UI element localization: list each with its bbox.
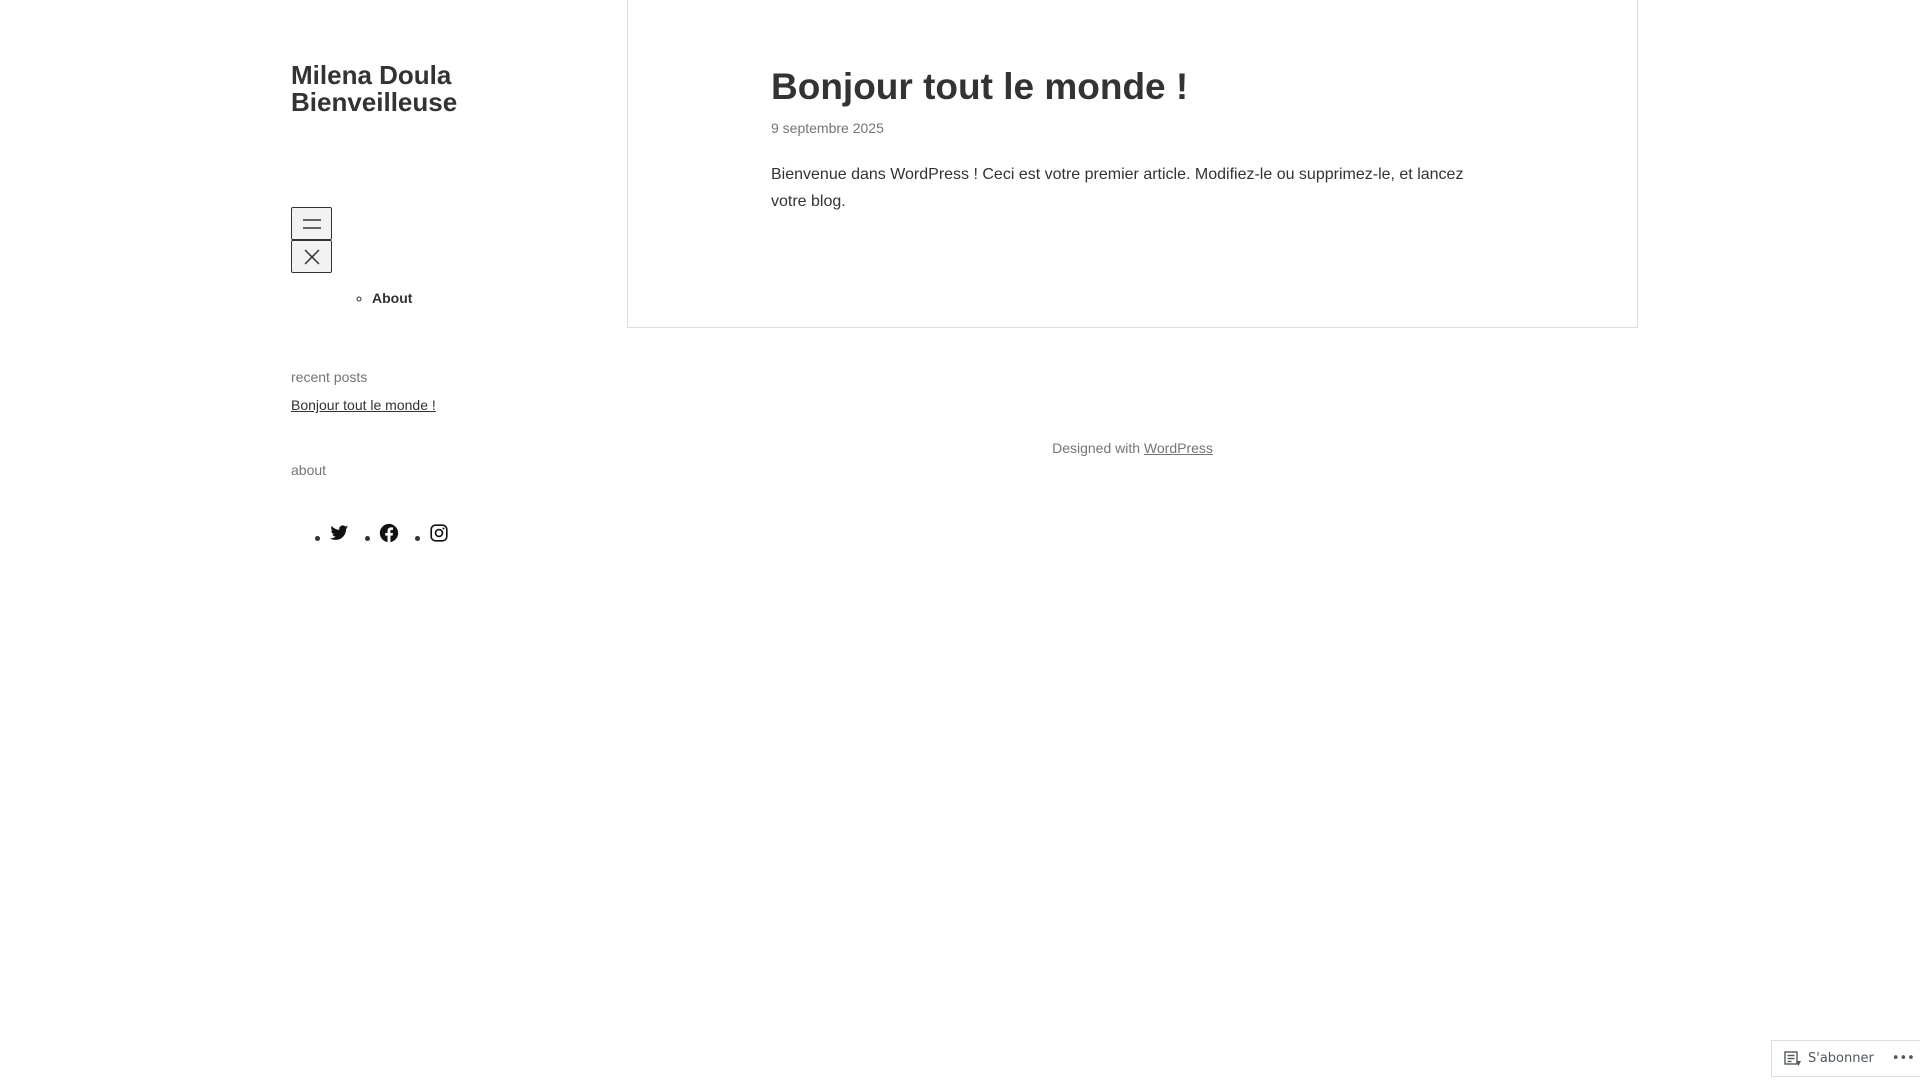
site-title: Milena Doula Bienveilleuse <box>291 62 551 116</box>
post-content: Bienvenue dans WordPress ! Ceci est votr… <box>771 166 1464 210</box>
twitter-icon[interactable] <box>328 522 350 544</box>
bullet-dot <box>415 536 420 541</box>
post-card: Bonjour tout le monde ! 9 septembre 2025… <box>627 0 1638 328</box>
list-item: Bonjour tout le monde ! <box>291 397 436 413</box>
footer-credit: Designed with WordPress <box>627 440 1638 456</box>
social-links <box>300 522 450 544</box>
subscribe-button[interactable]: S'abonner <box>1772 1041 1884 1076</box>
social-item-twitter <box>300 522 350 544</box>
post-date[interactable]: 9 septembre 2025 <box>771 120 884 136</box>
sidebar: Milena Doula Bienveilleuse <box>291 62 551 116</box>
social-item-instagram <box>400 522 450 544</box>
bullet-dot <box>315 536 320 541</box>
bullet-dot <box>365 536 370 541</box>
primary-menu: About <box>355 290 412 306</box>
subscribe-bar: S'abonner ••• <box>1771 1040 1920 1077</box>
recent-posts-title: recent posts <box>291 369 368 385</box>
subscribe-label: S'abonner <box>1808 1051 1874 1066</box>
reader-icon <box>1784 1050 1801 1066</box>
menu-item-about: About <box>372 290 412 306</box>
site-title-line2: Bienveilleuse <box>291 87 458 117</box>
about-widget-title: about <box>291 462 327 478</box>
menu-link-about[interactable]: About <box>372 290 412 306</box>
facebook-icon[interactable] <box>378 522 400 544</box>
close-icon <box>303 248 320 265</box>
ellipsis-icon: ••• <box>1891 1051 1915 1066</box>
instagram-icon[interactable] <box>428 522 450 544</box>
site-title-line1: Milena Doula <box>291 60 452 90</box>
recent-posts-list: Bonjour tout le monde ! <box>291 397 436 413</box>
site-title-link[interactable]: Milena Doula Bienveilleuse <box>291 60 457 117</box>
menu-open-button[interactable] <box>291 207 332 240</box>
social-item-facebook <box>350 522 400 544</box>
wordpress-link[interactable]: WordPress <box>1144 440 1213 456</box>
menu-close-button[interactable] <box>291 240 332 273</box>
hamburger-icon <box>302 218 321 229</box>
more-options-button[interactable]: ••• <box>1884 1041 1920 1076</box>
recent-post-link[interactable]: Bonjour tout le monde ! <box>291 397 436 413</box>
footer-prefix: Designed with <box>1052 440 1144 456</box>
post-title[interactable]: Bonjour tout le monde ! <box>771 67 1188 107</box>
